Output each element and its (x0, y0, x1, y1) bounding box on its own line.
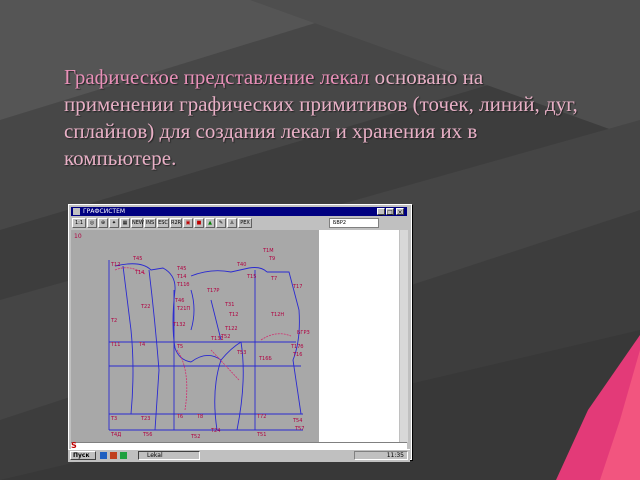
pex-button[interactable]: РЕХ (238, 218, 252, 228)
open-icon[interactable]: ▲ (205, 218, 215, 228)
pattern-label: Т2 (110, 318, 117, 324)
search-icon[interactable]: ◎ (87, 218, 97, 228)
close-button[interactable]: × (396, 208, 404, 216)
r2r-button[interactable]: R2R (170, 218, 182, 228)
pattern-label: Т11б (176, 282, 190, 288)
pattern-label: Т12 (110, 262, 120, 268)
pattern-label: Т53 (236, 350, 246, 356)
pattern-label: Т22 (140, 304, 150, 310)
title-highlight: Графическое представление лекал (64, 65, 370, 89)
figure-icon[interactable]: ♙ (227, 218, 237, 228)
vertical-scrollbar[interactable] (400, 230, 408, 442)
pattern-label: Т1М (262, 248, 274, 254)
pattern-label: Т52 (220, 334, 230, 340)
clock: 11:35 (354, 451, 408, 460)
pattern-label: Т56 (142, 432, 152, 438)
task-lekal[interactable]: Lekal (138, 451, 200, 460)
pattern-label: Т11 (110, 342, 120, 348)
drawing-canvas[interactable]: 10 Т12 Т45 Т45 Т14 Т14 Т1М Т9 Т7 Т40 Т15… (71, 230, 399, 442)
slide-title: Графическое представление лекал основано… (64, 64, 584, 172)
save-icon[interactable]: ■ (194, 218, 204, 228)
canvas-label: 10 (74, 233, 82, 240)
pattern-label: Т17Р (206, 288, 219, 294)
pattern-label: Т72 (256, 414, 266, 420)
zoom-button[interactable]: 1:1 (72, 218, 86, 228)
desktop-icon[interactable] (100, 452, 107, 459)
grid-icon[interactable]: ▦ (120, 218, 130, 228)
pattern-label: Т132 (172, 322, 186, 328)
edit-icon[interactable]: ✎ (216, 218, 226, 228)
pattern-label: Т5 (176, 344, 183, 350)
pattern-label: Т51 (256, 432, 266, 438)
window-title: ГРАФСИСТЕМ (83, 208, 126, 215)
maximize-button[interactable]: □ (386, 208, 394, 216)
taskbar: Пуск Lekal 11:35 (68, 449, 410, 462)
pattern-label: Т9 (268, 256, 275, 262)
start-button[interactable]: Пуск (70, 451, 96, 460)
pattern-label: Т122 (224, 326, 238, 332)
pattern-label: Т12Н (270, 312, 284, 318)
pattern-drawing: 10 Т12 Т45 Т45 Т14 Т14 Т1М Т9 Т7 Т40 Т15… (71, 230, 319, 442)
pattern-label: Т40 (236, 262, 246, 268)
pattern-label: Т3 (110, 416, 117, 422)
app-icon (73, 208, 80, 215)
pattern-label: Т45 (132, 256, 142, 262)
pattern-label: Т21П (176, 306, 190, 312)
pattern-label: Т14 (176, 274, 186, 280)
pattern-label: Т4 (138, 342, 145, 348)
pattern-label: Т7 (270, 276, 277, 282)
pattern-label: БГРЗ (297, 330, 310, 336)
pattern-label: Т23 (140, 416, 150, 422)
pattern-label: Т15 (246, 274, 256, 280)
magnify-icon[interactable]: ⊕ (98, 218, 108, 228)
insert-button[interactable]: INS (144, 218, 156, 228)
pattern-label: Т17 (292, 284, 302, 290)
pattern-label: Т16Б (258, 356, 272, 362)
pattern-label: Т45 (176, 266, 186, 272)
pattern-label: Т24 (210, 428, 220, 434)
pattern-label: Т46 (174, 298, 184, 304)
pan-icon[interactable]: ✦ (109, 218, 119, 228)
printer-icon[interactable]: ▣ (183, 218, 193, 228)
new-button[interactable]: NEW (131, 218, 144, 228)
pattern-label: Т17б (290, 344, 304, 350)
minimize-button[interactable]: _ (377, 208, 385, 216)
pattern-label: Т52 (190, 434, 200, 440)
toolbar: 1:1 ◎ ⊕ ✦ ▦ NEW INS ESC R2R ▣ ■ ▲ ✎ ♙ РЕ… (71, 217, 407, 229)
pattern-label: Т16 (292, 352, 302, 358)
pattern-label: Т8 (196, 414, 203, 420)
pattern-label: Т57 (294, 426, 304, 432)
app-window: ГРАФСИСТЕМ _ □ × 1:1 ◎ ⊕ ✦ ▦ NEW INS ESC… (68, 204, 412, 460)
escape-button[interactable]: ESC (157, 218, 169, 228)
pattern-label: Т6 (176, 414, 183, 420)
explorer-icon[interactable] (120, 452, 127, 459)
pattern-label: Т12 (228, 312, 238, 318)
pattern-label: Т4Д (110, 432, 121, 438)
pattern-label: Т54 (292, 418, 302, 424)
pattern-label: Т14 (134, 270, 144, 276)
pattern-label: Т31 (224, 302, 234, 308)
window-titlebar: ГРАФСИСТЕМ _ □ × (71, 207, 407, 216)
layer-field[interactable]: БВР2 (329, 218, 379, 228)
browser-icon[interactable] (110, 452, 117, 459)
